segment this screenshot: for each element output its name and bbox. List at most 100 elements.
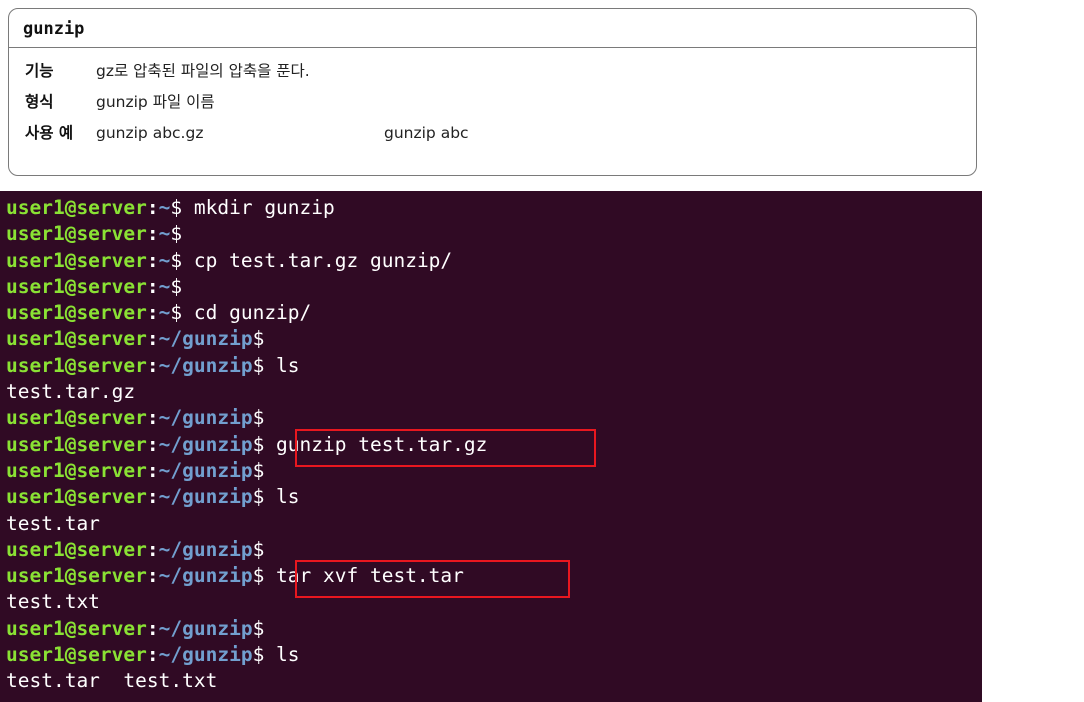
- prompt-path: ~/gunzip: [158, 564, 253, 588]
- prompt-dollar: $: [170, 248, 183, 272]
- prompt-colon: :: [146, 643, 159, 667]
- prompt-line: user1@server:~$ mkdir gunzip: [6, 195, 982, 221]
- prompt-user-host: user1@server: [6, 248, 147, 272]
- prompt-user-host: user1@server: [6, 458, 147, 482]
- prompt-line: user1@server:~/gunzip$: [6, 458, 982, 484]
- prompt-colon: :: [146, 248, 159, 272]
- prompt-path: ~/gunzip: [158, 327, 253, 351]
- prompt-path: ~: [158, 301, 171, 325]
- command-text: ls: [264, 485, 300, 509]
- prompt-colon: :: [146, 458, 159, 482]
- prompt-path: ~/gunzip: [158, 458, 253, 482]
- prompt-dollar: $: [252, 564, 265, 588]
- prompt-user-host: user1@server: [6, 564, 147, 588]
- prompt-user-host: user1@server: [6, 222, 147, 246]
- prompt-colon: :: [146, 353, 159, 377]
- prompt-colon: :: [146, 485, 159, 509]
- prompt-line: user1@server:~/gunzip$ ls: [6, 642, 982, 668]
- prompt-path: ~: [158, 222, 171, 246]
- command-text: ls: [264, 643, 300, 667]
- info-label: 사용 예: [25, 124, 74, 142]
- prompt-dollar: $: [252, 327, 265, 351]
- prompt-colon: :: [146, 537, 159, 561]
- prompt-colon: :: [146, 274, 159, 298]
- output-line: test.tar test.txt: [6, 669, 218, 693]
- command-title: gunzip: [9, 9, 976, 48]
- prompt-user-host: user1@server: [6, 327, 147, 351]
- prompt-user-host: user1@server: [6, 485, 147, 509]
- prompt-path: ~/gunzip: [158, 616, 253, 640]
- prompt-path: ~: [158, 248, 171, 272]
- prompt-colon: :: [146, 432, 159, 456]
- prompt-colon: :: [146, 406, 159, 430]
- info-row-example: 사용 예 gunzip abc.gz gunzip abc: [9, 118, 976, 149]
- prompt-dollar: $: [252, 432, 265, 456]
- prompt-line: user1@server:~$ cd gunzip/: [6, 300, 982, 326]
- prompt-user-host: user1@server: [6, 537, 147, 561]
- info-value-secondary: gunzip abc: [384, 124, 469, 142]
- command-text: cd gunzip/: [182, 301, 312, 325]
- prompt-dollar: $: [170, 222, 183, 246]
- prompt-colon: :: [146, 196, 159, 219]
- prompt-line: user1@server:~$: [6, 221, 982, 247]
- prompt-colon: :: [146, 564, 159, 588]
- prompt-user-host: user1@server: [6, 616, 147, 640]
- command-text: mkdir gunzip: [182, 196, 335, 219]
- prompt-user-host: user1@server: [6, 274, 147, 298]
- prompt-path: ~: [158, 196, 171, 219]
- prompt-colon: :: [146, 616, 159, 640]
- prompt-dollar: $: [252, 458, 265, 482]
- info-value: gunzip 파일 이름: [96, 93, 215, 111]
- info-value: gunzip abc.gz: [96, 124, 204, 142]
- prompt-path: ~/gunzip: [158, 537, 253, 561]
- terminal-window[interactable]: user1@server:~$ mkdir gunzip user1@server…: [0, 191, 982, 702]
- prompt-colon: :: [146, 222, 159, 246]
- prompt-user-host: user1@server: [6, 432, 147, 456]
- prompt-path: ~/gunzip: [158, 485, 253, 509]
- prompt-dollar: $: [252, 616, 265, 640]
- prompt-dollar: $: [170, 196, 183, 219]
- prompt-line: user1@server:~/gunzip$ tar xvf test.tar: [6, 563, 982, 589]
- prompt-user-host: user1@server: [6, 196, 147, 219]
- prompt-line: user1@server:~/gunzip$: [6, 537, 982, 563]
- command-text: tar xvf test.tar: [264, 564, 464, 588]
- command-text: ls: [264, 353, 300, 377]
- command-text: gunzip test.tar.gz: [264, 432, 488, 456]
- info-rows: 기능 gz로 압축된 파일의 압축을 푼다. 형식 gunzip 파일 이름 사…: [9, 48, 976, 149]
- prompt-user-host: user1@server: [6, 406, 147, 430]
- prompt-line: user1@server:~/gunzip$: [6, 616, 982, 642]
- command-text: cp test.tar.gz gunzip/: [182, 248, 453, 272]
- info-row-function: 기능 gz로 압축된 파일의 압축을 푼다.: [9, 56, 976, 87]
- prompt-dollar: $: [252, 353, 265, 377]
- info-row-format: 형식 gunzip 파일 이름: [9, 87, 976, 118]
- command-info-box: gunzip 기능 gz로 압축된 파일의 압축을 푼다. 형식 gunzip …: [8, 8, 977, 176]
- prompt-user-host: user1@server: [6, 643, 147, 667]
- prompt-dollar: $: [252, 406, 265, 430]
- output-line: test.txt: [6, 590, 100, 614]
- info-label: 형식: [25, 93, 54, 111]
- prompt-dollar: $: [252, 643, 265, 667]
- prompt-line: user1@server:~/gunzip$ ls: [6, 484, 982, 510]
- prompt-path: ~: [158, 274, 171, 298]
- prompt-path: ~/gunzip: [158, 406, 253, 430]
- prompt-path: ~/gunzip: [158, 432, 253, 456]
- info-value: gz로 압축된 파일의 압축을 푼다.: [96, 62, 310, 80]
- prompt-line: user1@server:~$ cp test.tar.gz gunzip/: [6, 248, 982, 274]
- prompt-user-host: user1@server: [6, 353, 147, 377]
- prompt-path: ~/gunzip: [158, 353, 253, 377]
- output-line: test.tar.gz: [6, 380, 136, 404]
- prompt-colon: :: [146, 327, 159, 351]
- prompt-colon: :: [146, 301, 159, 325]
- prompt-path: ~/gunzip: [158, 643, 253, 667]
- prompt-line: user1@server:~/gunzip$: [6, 326, 982, 352]
- prompt-user-host: user1@server: [6, 301, 147, 325]
- prompt-dollar: $: [170, 274, 183, 298]
- prompt-dollar: $: [252, 537, 265, 561]
- info-label: 기능: [25, 62, 54, 80]
- prompt-line: user1@server:~$: [6, 274, 982, 300]
- prompt-dollar: $: [252, 485, 265, 509]
- output-line: test.tar: [6, 511, 100, 535]
- prompt-line: user1@server:~/gunzip$ gunzip test.tar.g…: [6, 432, 982, 458]
- prompt-line: user1@server:~/gunzip$: [6, 405, 982, 431]
- prompt-line: user1@server:~/gunzip$ ls: [6, 353, 982, 379]
